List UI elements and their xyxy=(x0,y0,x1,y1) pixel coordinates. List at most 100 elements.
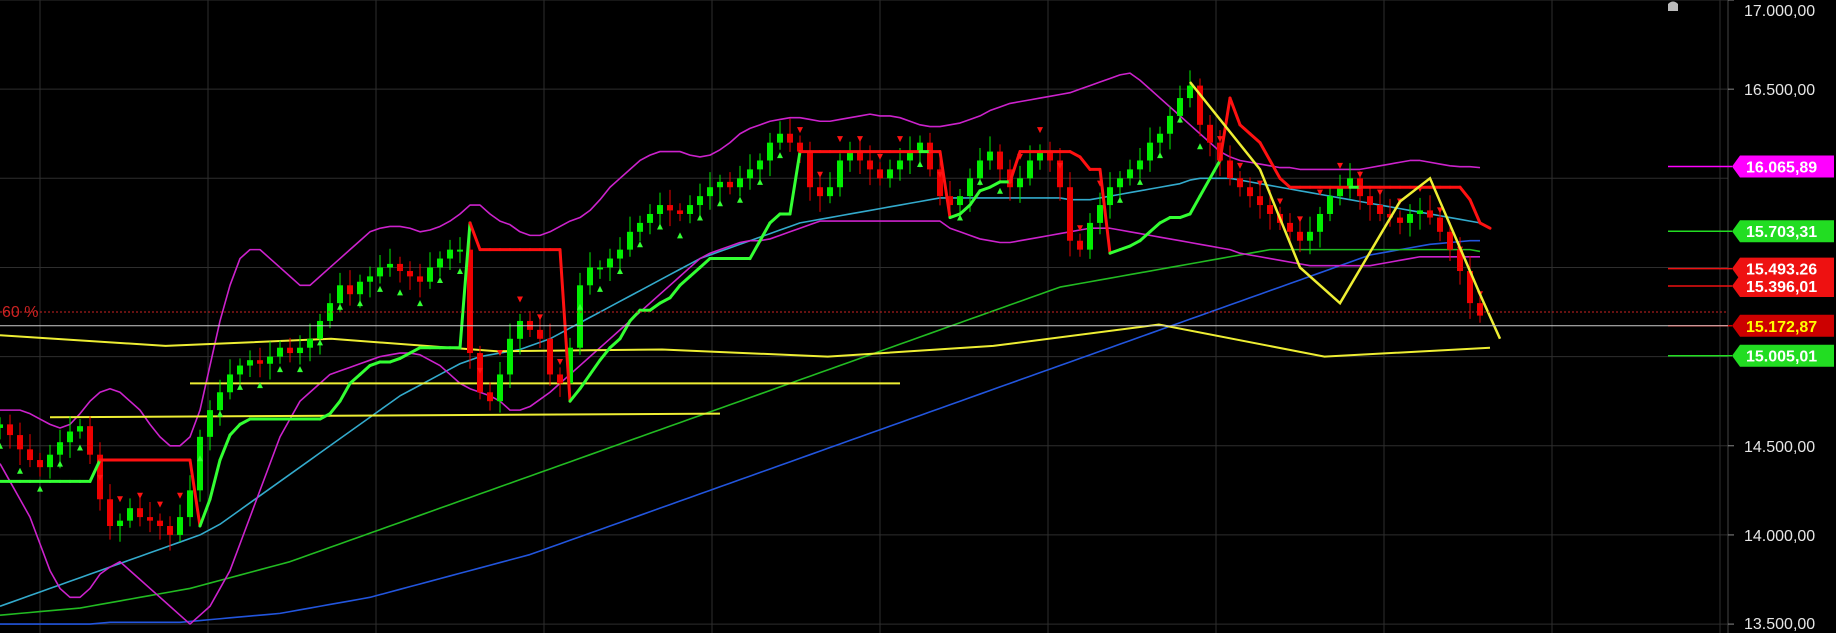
candle-body xyxy=(1017,178,1023,188)
candle-body xyxy=(737,178,743,188)
candle-body xyxy=(1157,133,1163,143)
candle-body xyxy=(197,436,203,491)
candle-body xyxy=(897,160,903,170)
candle-body xyxy=(1447,231,1453,250)
y-tick-label: 14.500,00 xyxy=(1744,439,1815,456)
candle-body xyxy=(487,392,493,402)
candle-body xyxy=(537,329,543,339)
candle-body xyxy=(987,151,993,161)
candle-body xyxy=(387,263,393,268)
candle-body xyxy=(927,142,933,170)
candle-body xyxy=(307,338,313,348)
candle-body xyxy=(667,205,673,211)
candle-body xyxy=(77,426,83,432)
candle-body xyxy=(637,222,643,232)
candle-body xyxy=(1417,210,1423,214)
candle-body xyxy=(347,285,353,295)
price-tag-label: 16.065,89 xyxy=(1746,160,1817,177)
candle-body xyxy=(507,338,513,375)
candle-body xyxy=(1107,187,1113,206)
candle-body xyxy=(837,160,843,188)
candle-body xyxy=(1127,169,1133,179)
candle-body xyxy=(1407,213,1413,223)
lock-icon xyxy=(1668,1,1678,11)
candle-body xyxy=(597,267,603,270)
candle-body xyxy=(1317,213,1323,232)
candle-body xyxy=(1257,196,1263,206)
candle-body xyxy=(167,526,173,535)
candle-body xyxy=(807,151,813,188)
candle-body xyxy=(187,490,193,518)
candle-body xyxy=(137,508,143,518)
candle-body xyxy=(427,267,433,282)
candle-body xyxy=(777,133,783,143)
candle-body xyxy=(817,187,823,197)
candle-body xyxy=(867,160,873,170)
candle-body xyxy=(1117,178,1123,188)
candle-body xyxy=(7,424,13,436)
candle-body xyxy=(967,178,973,197)
price-tag-label: 15.396,01 xyxy=(1746,279,1817,296)
candle-body xyxy=(647,213,653,223)
candle-body xyxy=(407,271,413,277)
candle-body xyxy=(577,285,583,348)
candle-body xyxy=(367,276,373,282)
candle-body xyxy=(977,160,983,179)
candle-body xyxy=(1297,231,1303,241)
candle-body xyxy=(1077,240,1083,250)
candle-body xyxy=(627,231,633,250)
candle-body xyxy=(317,320,323,339)
candle-body xyxy=(337,285,343,304)
candle-body xyxy=(1367,196,1373,206)
candle-body xyxy=(157,520,163,527)
candle-body xyxy=(957,196,963,206)
candle-body xyxy=(1187,85,1193,99)
candle-body xyxy=(767,142,773,161)
candle-body xyxy=(67,431,73,443)
candle-body xyxy=(697,196,703,206)
y-tick-label: 16.500,00 xyxy=(1744,82,1815,99)
candle-body xyxy=(0,424,3,428)
candle-body xyxy=(887,169,893,179)
candle-body xyxy=(297,347,303,354)
candle-body xyxy=(997,151,1003,170)
candle-body xyxy=(27,449,33,461)
chart-background xyxy=(0,0,1836,633)
candle-body xyxy=(1027,160,1033,179)
candle-body xyxy=(1167,115,1173,134)
candle-body xyxy=(1397,217,1403,223)
candle-body xyxy=(1207,124,1213,143)
candle-body xyxy=(277,347,283,357)
candle-body xyxy=(147,517,153,521)
candle-body xyxy=(377,267,383,277)
candle-body xyxy=(107,499,113,527)
candle-body xyxy=(267,356,273,364)
candle-body xyxy=(877,169,883,179)
candle-body xyxy=(1267,205,1273,214)
y-tick-label: 17.000,00 xyxy=(1744,3,1815,20)
candle-body xyxy=(727,181,733,188)
y-tick-label: 13.500,00 xyxy=(1744,616,1815,633)
candle-body xyxy=(747,169,753,179)
candle-body xyxy=(117,520,123,527)
candle-body xyxy=(357,281,363,295)
candle-body xyxy=(517,320,523,339)
candle-body xyxy=(1307,231,1313,241)
candle-body xyxy=(1177,98,1183,116)
price-tag-label: 15.005,01 xyxy=(1746,349,1817,366)
candle-body xyxy=(47,454,53,468)
candle-body xyxy=(177,517,183,535)
candle-body xyxy=(87,426,93,455)
candle-body xyxy=(447,249,453,259)
candle-body xyxy=(717,181,723,188)
candle-body xyxy=(287,347,293,354)
candle-body xyxy=(1087,222,1093,250)
candle-body xyxy=(217,392,223,411)
price-tag-label: 15.172,87 xyxy=(1746,319,1817,336)
candle-body xyxy=(827,187,833,197)
candle-body xyxy=(1237,178,1243,188)
price-chart[interactable]: 13.500,00 14.000,00 14.500,00 16.500,00 17.0… xyxy=(0,0,1836,633)
candle-body xyxy=(1427,210,1433,218)
candle-body xyxy=(237,365,243,375)
candle-body xyxy=(1137,160,1143,170)
